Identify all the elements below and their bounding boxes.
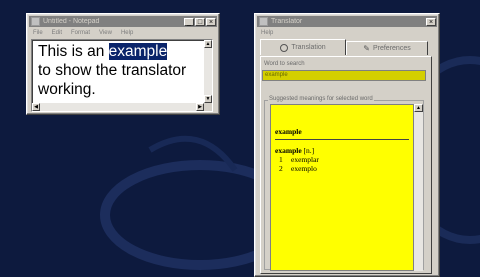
translator-title: Translator bbox=[271, 18, 303, 25]
results-scrollbar[interactable]: ▲ bbox=[414, 104, 423, 271]
menu-help[interactable]: Help bbox=[261, 29, 273, 38]
scroll-up-icon[interactable]: ▲ bbox=[204, 40, 212, 48]
horizontal-scrollbar[interactable]: ◀ ▶ bbox=[32, 103, 204, 111]
result-divider bbox=[275, 139, 409, 140]
close-button[interactable]: × bbox=[426, 17, 436, 26]
notepad-text-area[interactable]: This is an example to show the translato… bbox=[31, 39, 213, 112]
notepad-window[interactable]: Untitled - Notepad _ □ × File Edit Forma… bbox=[26, 13, 220, 115]
translator-menubar: Help bbox=[255, 29, 439, 38]
meaning-number: 2 bbox=[279, 164, 283, 173]
text-after-selection: to show the translator working. bbox=[38, 62, 187, 98]
tab-preferences[interactable]: ✎ Preferences bbox=[346, 41, 428, 55]
search-label: Word to search bbox=[264, 61, 305, 67]
meaning-number: 1 bbox=[279, 155, 283, 164]
close-button[interactable]: × bbox=[206, 17, 216, 26]
scroll-left-icon[interactable]: ◀ bbox=[32, 103, 40, 111]
notepad-title: Untitled - Notepad bbox=[43, 18, 100, 25]
scroll-down-icon[interactable]: ▼ bbox=[204, 95, 212, 103]
menu-edit[interactable]: Edit bbox=[52, 29, 62, 38]
meaning-text: exemplar bbox=[291, 155, 319, 164]
vertical-scrollbar[interactable]: ▲ ▼ bbox=[204, 40, 212, 103]
search-input[interactable]: example bbox=[262, 70, 426, 81]
notepad-app-icon bbox=[31, 17, 40, 26]
minimize-button[interactable]: _ bbox=[184, 17, 194, 26]
translator-titlebar[interactable]: Translator × bbox=[257, 16, 437, 27]
size-grip[interactable] bbox=[204, 103, 212, 111]
menu-help[interactable]: Help bbox=[121, 29, 133, 38]
translator-tabs: Translation ✎ Preferences bbox=[260, 39, 428, 55]
notepad-titlebar[interactable]: Untitled - Notepad _ □ × bbox=[29, 16, 217, 27]
results-label: Suggested meanings for selected word bbox=[268, 96, 374, 102]
meaning-text: exemplo bbox=[291, 164, 317, 173]
scroll-up-icon[interactable]: ▲ bbox=[414, 104, 423, 112]
meaning-item: 1 exemplar bbox=[279, 155, 319, 164]
menu-file[interactable]: File bbox=[33, 29, 43, 38]
selected-word[interactable]: example bbox=[108, 43, 168, 60]
translator-app-icon bbox=[259, 17, 268, 26]
part-of-speech: [n.] bbox=[303, 146, 315, 155]
document-text[interactable]: This is an example to show the translato… bbox=[38, 42, 202, 99]
result-headword: example bbox=[275, 127, 302, 136]
menu-format[interactable]: Format bbox=[71, 29, 90, 38]
tools-icon: ✎ bbox=[363, 44, 370, 53]
maximize-button[interactable]: □ bbox=[195, 17, 205, 26]
results-pane[interactable]: example example [n.] 1 exemplar 2 exemplo bbox=[270, 104, 414, 271]
notepad-menubar: File Edit Format View Help bbox=[27, 29, 219, 38]
tab-preferences-label: Preferences bbox=[372, 45, 411, 52]
text-before-selection: This is an bbox=[38, 43, 109, 60]
scroll-right-icon[interactable]: ▶ bbox=[196, 103, 204, 111]
meaning-item: 2 exemplo bbox=[279, 164, 317, 173]
menu-view[interactable]: View bbox=[99, 29, 112, 38]
entry-word: example bbox=[275, 146, 302, 155]
tab-translation[interactable]: Translation bbox=[260, 39, 346, 55]
result-entry: example [n.] bbox=[275, 146, 314, 155]
globe-icon bbox=[280, 43, 289, 52]
tab-translation-label: Translation bbox=[291, 44, 326, 51]
